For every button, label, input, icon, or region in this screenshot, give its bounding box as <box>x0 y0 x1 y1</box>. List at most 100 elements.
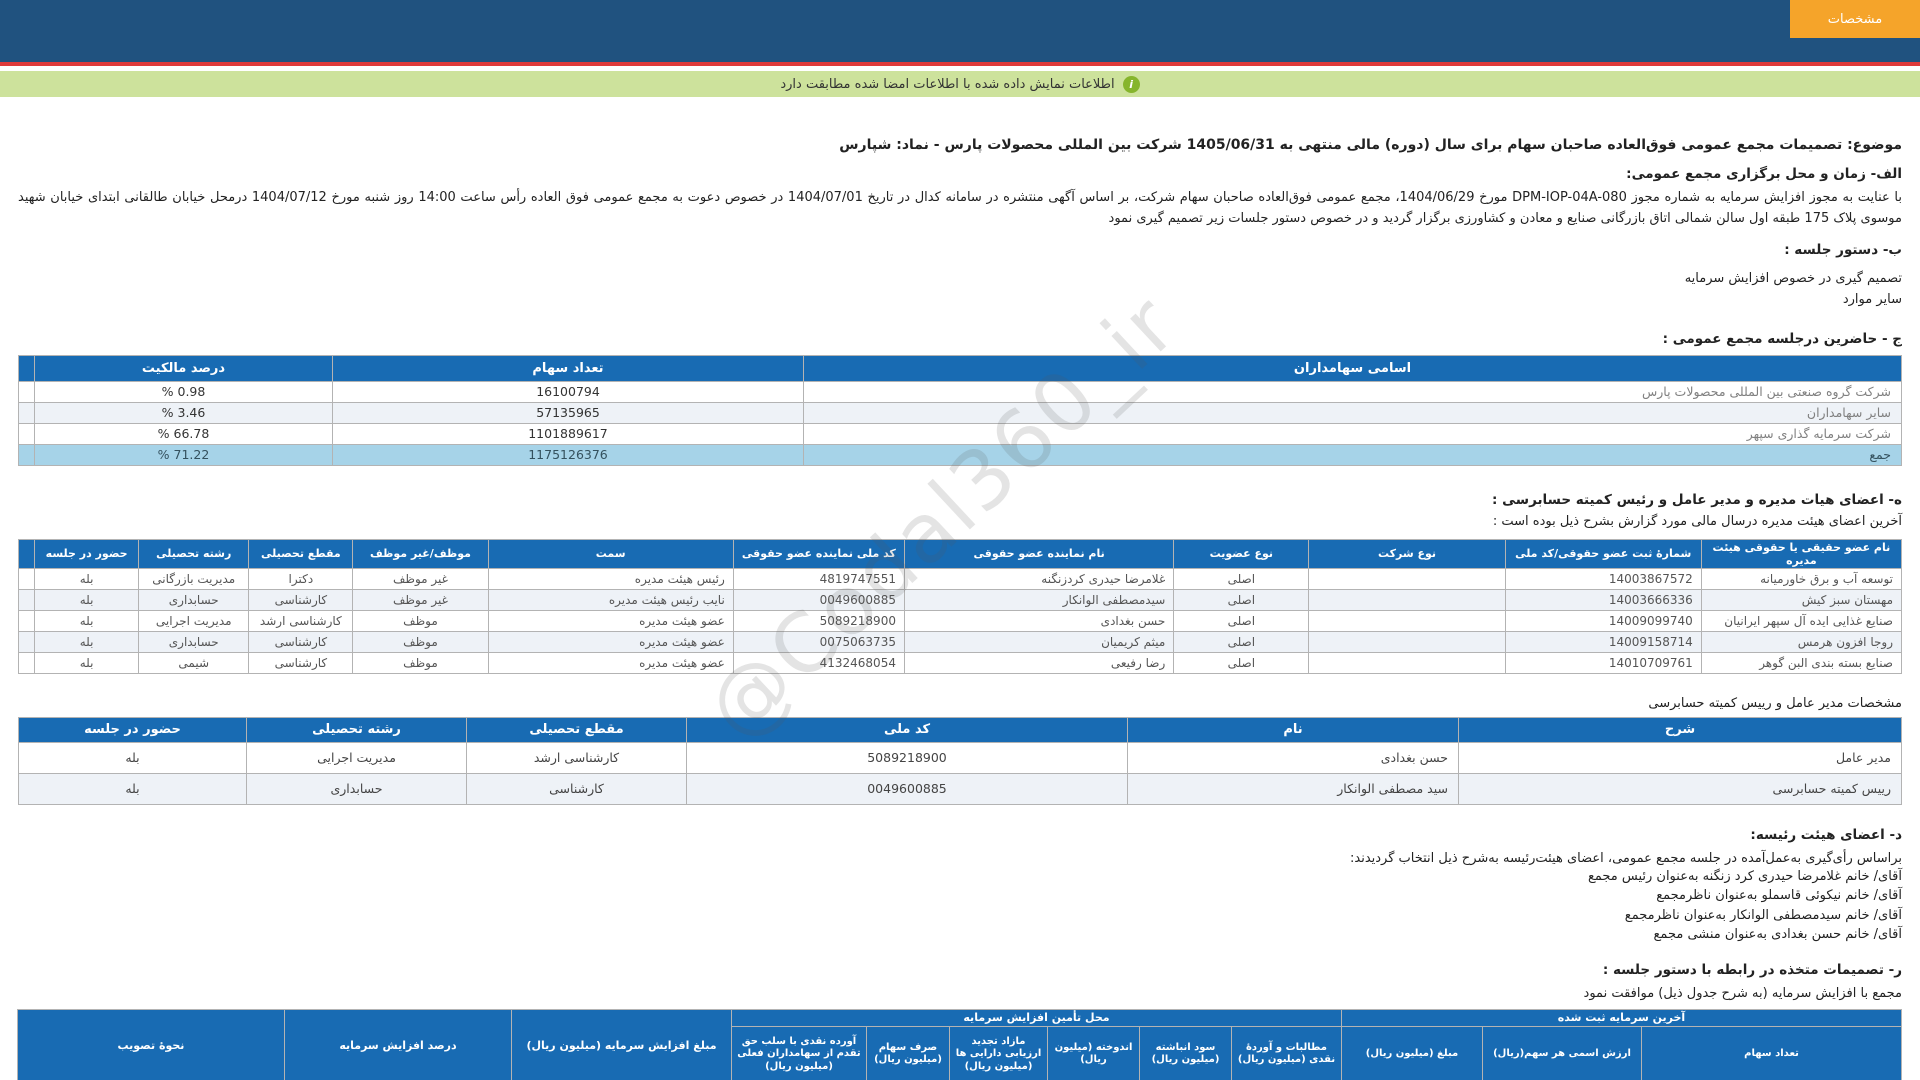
presidium-intro: براساس رأی‌گیری به‌عمل‌آمده در جلسه مجمع… <box>18 851 1902 866</box>
attendance-cell: بله <box>19 742 247 773</box>
board-members-table: نام عضو حقیقی یا حقوقی هیئت مدیره شمارهٔ… <box>18 539 1902 674</box>
table-header-row: اسامی سهامداران تعداد سهام درصد مالکیت <box>19 355 1902 381</box>
attendance-cell: بله <box>19 773 247 804</box>
ownership-percent-cell: 3.46 % <box>35 402 333 423</box>
position-cell: نایب رئیس هیئت مدیره <box>488 589 733 610</box>
column-header-member-name: نام عضو حقیقی یا حقوقی هیئت مدیره <box>1701 539 1901 568</box>
table-header-row: نام عضو حقیقی یا حقوقی هیئت مدیره شمارهٔ… <box>19 539 1902 568</box>
column-header-degree: مقطع تحصیلی <box>467 717 687 742</box>
document-body: موضوع: تصمیمات مجمع عمومی فوق‌العاده صاح… <box>0 137 1920 1080</box>
national-id-cell: 0049600885 <box>687 773 1128 804</box>
position-cell: عضو هیئت مدیره <box>488 610 733 631</box>
executive-status-cell: موظف <box>353 652 488 673</box>
column-header-degree: مقطع تحصیلی <box>249 539 353 568</box>
column-header-representative-national-id: کد ملی نماینده عضو حقوقی <box>733 539 904 568</box>
column-header-representative-name: نام نماینده عضو حقوقی <box>904 539 1173 568</box>
attendance-cell: بله <box>35 652 139 673</box>
name-cell: حسن بغدادی <box>1128 742 1459 773</box>
representative-id-cell: 4132468054 <box>733 652 904 673</box>
registration-number-cell: 14003666336 <box>1505 589 1701 610</box>
representative-name-cell: سیدمصطفی الوانکار <box>904 589 1173 610</box>
notice-text: اطلاعات نمایش داده شده با اطلاعات امضا ش… <box>780 77 1114 92</box>
position-cell: عضو هیئت مدیره <box>488 652 733 673</box>
degree-cell: کارشناسی <box>467 773 687 804</box>
company-type-cell <box>1309 631 1505 652</box>
column-header-description: شرح <box>1459 717 1902 742</box>
degree-cell: دکترا <box>249 568 353 589</box>
total-label-cell: جمع <box>804 444 1902 465</box>
column-header-approval-method: نحوهٔ تصویب <box>17 1009 284 1080</box>
membership-type-cell: اصلی <box>1174 568 1309 589</box>
attendance-cell: بله <box>35 631 139 652</box>
field-cell: مدیریت اجرایی <box>139 610 249 631</box>
table-row: شرکت سرمایه گذاری سپهر 1101889617 66.78 … <box>19 423 1902 444</box>
section-heading-agenda: ب- دستور جلسه : <box>18 242 1902 258</box>
field-cell: حسابداری <box>139 631 249 652</box>
registration-number-cell: 14009099740 <box>1505 610 1701 631</box>
representative-id-cell: 5089218900 <box>733 610 904 631</box>
table-row: روجا افزون هرمس 14009158714 اصلی میثم کر… <box>19 631 1902 652</box>
row-marker-cell <box>19 589 35 610</box>
row-marker-cell <box>19 610 35 631</box>
membership-type-cell: اصلی <box>1174 631 1309 652</box>
group-header-increase-source: محل تأمین افزایش سرمایه <box>731 1009 1341 1026</box>
presidium-member: آقای/ خانم حسن بغدادی به‌عنوان منشی مجمع <box>18 926 1902 944</box>
section-heading-board: ه- اعضای هیات مدیره و مدیر عامل و رئیس ک… <box>18 492 1902 508</box>
executive-status-cell: غیر موظف <box>353 568 488 589</box>
column-header-name: نام <box>1128 717 1459 742</box>
share-count-cell: 1101889617 <box>333 423 804 444</box>
share-count-cell: 16100794 <box>333 381 804 402</box>
section-heading-decisions: ر- تصمیمات متخذه در رابطه با دستور جلسه … <box>18 962 1902 978</box>
column-header-field-of-study: رشته تحصیلی <box>139 539 249 568</box>
agenda-item: تصمیم گیری در خصوص افزایش سرمایه <box>18 271 1902 286</box>
meeting-details-paragraph: با عنایت به مجوز افزایش سرمایه به شماره … <box>18 188 1902 230</box>
attendance-cell: بله <box>35 568 139 589</box>
column-header-attendance: حضور در جلسه <box>19 717 247 742</box>
table-row: صنایع بسته بندی البن گوهر 14010709761 اص… <box>19 652 1902 673</box>
ownership-percent-cell: 0.98 % <box>35 381 333 402</box>
column-header-row-marker <box>19 539 35 568</box>
field-cell: مدیریت بازرگانی <box>139 568 249 589</box>
section-heading-attendees: ج - حاضرین درجلسه مجمع عمومی : <box>18 331 1902 347</box>
position-cell: رئیس هیئت مدیره <box>488 568 733 589</box>
column-header-shareholder-names: اسامی سهامداران <box>804 355 1902 381</box>
column-header-amount: مبلغ (میلیون ریال) <box>1341 1026 1482 1080</box>
section-heading-presidium: د- اعضای هیئت رئیسه: <box>18 827 1902 843</box>
row-marker-cell <box>19 631 35 652</box>
column-header-share-count: تعداد سهام <box>1642 1026 1902 1080</box>
field-cell: مدیریت اجرایی <box>247 742 467 773</box>
table-row: مدیر عامل حسن بغدادی 5089218900 کارشناسی… <box>19 742 1902 773</box>
table-row: توسعه آب و برق خاورمیانه 14003867572 اصل… <box>19 568 1902 589</box>
registration-number-cell: 14009158714 <box>1505 631 1701 652</box>
representative-id-cell: 0049600885 <box>733 589 904 610</box>
row-marker-cell <box>19 568 35 589</box>
column-header-share-count: تعداد سهام <box>333 355 804 381</box>
shareholder-name-cell: شرکت گروه صنعتی بین المللی محصولات پارس <box>804 381 1902 402</box>
row-marker-cell <box>19 423 35 444</box>
member-name-cell: روجا افزون هرمس <box>1701 631 1901 652</box>
top-header-bar: مشخصات <box>0 0 1920 62</box>
signature-match-notice: i اطلاعات نمایش داده شده با اطلاعات امضا… <box>0 71 1920 97</box>
column-header-registration-number: شمارهٔ ثبت عضو حقوقی/کد ملی <box>1505 539 1701 568</box>
presidium-member: آقای/ خانم غلامرضا حیدری کرد زنگنه به‌عن… <box>18 868 1902 886</box>
row-marker-cell <box>19 652 35 673</box>
row-marker-cell <box>19 381 35 402</box>
presidium-member: آقای/ خانم سیدمصطفی الوانکار به‌عنوان نا… <box>18 907 1902 925</box>
decisions-intro: مجمع با افزایش سرمایه (به شرح جدول ذیل) … <box>18 986 1902 1001</box>
executives-table: شرح نام کد ملی مقطع تحصیلی رشته تحصیلی ح… <box>18 717 1902 805</box>
ownership-percent-cell: 66.78 % <box>35 423 333 444</box>
column-header-field-of-study: رشته تحصیلی <box>247 717 467 742</box>
column-header-cash-waiver: آورده نقدی با سلب حق تقدم از سهامداران ف… <box>731 1026 866 1080</box>
column-header-nominal-value: ارزش اسمی هر سهم(ریال) <box>1483 1026 1642 1080</box>
role-cell: رییس کمیته حسابرسی <box>1459 773 1902 804</box>
degree-cell: کارشناسی <box>249 589 353 610</box>
header-red-divider <box>0 62 1920 66</box>
total-share-count-cell: 1175126376 <box>333 444 804 465</box>
column-header-position: سمت <box>488 539 733 568</box>
executive-status-cell: غیر موظف <box>353 589 488 610</box>
tab-specifications[interactable]: مشخصات <box>1790 0 1920 38</box>
table-row: سایر سهامداران 57135965 3.46 % <box>19 402 1902 423</box>
company-type-cell <box>1309 610 1505 631</box>
agenda-item: سایر موارد <box>18 292 1902 307</box>
column-header-revaluation-surplus: مازاد تجدید ارزیابی دارایی ها (میلیون ری… <box>949 1026 1047 1080</box>
